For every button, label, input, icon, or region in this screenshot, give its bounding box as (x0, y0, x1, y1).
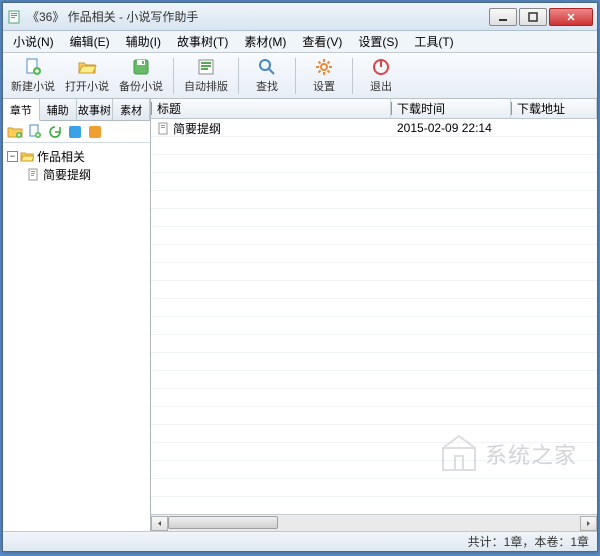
chapter-tree: − 作品相关 简要提纲 (3, 143, 150, 531)
list-body[interactable]: 简要提纲 2015-02-09 22:14 系统之家 (151, 119, 597, 514)
backup-icon (131, 57, 151, 77)
toolbar-separator (295, 58, 296, 94)
auto-layout-button[interactable]: 自动排版 (180, 55, 232, 96)
titlebar: 《36》 作品相关 - 小说写作助手 (3, 3, 597, 31)
tree-root-label: 作品相关 (37, 148, 85, 165)
cell-time: 2015-02-09 22:14 (391, 121, 511, 135)
header-time[interactable]: 下载时间 (391, 99, 511, 118)
app-window: 《36》 作品相关 - 小说写作助手 小说(N) 编辑(E) 辅助(I) 故事树… (2, 2, 598, 552)
maximize-button[interactable] (519, 8, 547, 26)
cell-title-text: 简要提纲 (173, 120, 221, 137)
folder-open-icon (20, 149, 34, 163)
backup-novel-button[interactable]: 备份小说 (115, 55, 167, 96)
tree-child-label: 简要提纲 (43, 166, 91, 183)
scroll-track[interactable] (168, 516, 580, 531)
app-icon (7, 9, 23, 25)
minimize-button[interactable] (489, 8, 517, 26)
toolbar-separator (173, 58, 174, 94)
status-text: 共计：1章，本卷：1章 (468, 533, 589, 550)
blue-action-icon[interactable] (67, 124, 83, 140)
close-button[interactable] (549, 8, 593, 26)
window-controls (489, 8, 593, 26)
sidebar-tabs: 章节 辅助 故事树 素材 (3, 99, 150, 121)
new-file-icon (23, 57, 43, 77)
document-icon (157, 122, 170, 135)
orange-action-icon[interactable] (87, 124, 103, 140)
find-button[interactable]: 查找 (245, 55, 289, 96)
tree-child[interactable]: 简要提纲 (5, 165, 148, 183)
tab-material[interactable]: 素材 (113, 99, 150, 120)
search-icon (257, 57, 277, 77)
tab-chapters[interactable]: 章节 (3, 99, 40, 121)
content-area: 标题 下载时间 下载地址 简要提纲 2015-02-09 22:14 系统之家 (151, 99, 597, 531)
tab-storytree[interactable]: 故事树 (77, 99, 114, 120)
tab-assist[interactable]: 辅助 (40, 99, 77, 120)
menu-novel[interactable]: 小说(N) (5, 31, 62, 52)
watermark-text: 系统之家 (485, 438, 577, 470)
toolbar-separator (352, 58, 353, 94)
sidebar-toolbar (3, 121, 150, 143)
exit-button[interactable]: 退出 (359, 55, 403, 96)
add-file-icon[interactable] (27, 124, 43, 140)
new-novel-button[interactable]: 新建小说 (7, 55, 59, 96)
menu-view[interactable]: 查看(V) (294, 31, 350, 52)
document-icon (27, 168, 40, 181)
open-folder-icon (77, 57, 97, 77)
cell-title: 简要提纲 (151, 120, 391, 137)
collapse-toggle[interactable]: − (7, 151, 18, 162)
header-title[interactable]: 标题 (151, 99, 391, 118)
gear-icon (314, 57, 334, 77)
toolbar-separator (238, 58, 239, 94)
header-url[interactable]: 下载地址 (511, 99, 597, 118)
menubar: 小说(N) 编辑(E) 辅助(I) 故事树(T) 素材(M) 查看(V) 设置(… (3, 31, 597, 53)
menu-settings[interactable]: 设置(S) (350, 31, 406, 52)
menu-material[interactable]: 素材(M) (236, 31, 294, 52)
horizontal-scrollbar[interactable] (151, 514, 597, 531)
menu-storytree[interactable]: 故事树(T) (169, 31, 236, 52)
menu-edit[interactable]: 编辑(E) (62, 31, 118, 52)
add-folder-icon[interactable] (7, 124, 23, 140)
scroll-left-button[interactable] (151, 516, 168, 531)
exit-icon (371, 57, 391, 77)
tree-root[interactable]: − 作品相关 (5, 147, 148, 165)
toolbar: 新建小说 打开小说 备份小说 自动排版 查找 设置 退出 (3, 53, 597, 99)
watermark: 系统之家 (439, 434, 577, 474)
sidebar: 章节 辅助 故事树 素材 − 作品相关 简要提纲 (3, 99, 151, 531)
window-title: 《36》 作品相关 - 小说写作助手 (27, 8, 489, 25)
settings-button[interactable]: 设置 (302, 55, 346, 96)
menu-assist[interactable]: 辅助(I) (118, 31, 169, 52)
main-area: 章节 辅助 故事树 素材 − 作品相关 简要提纲 (3, 99, 597, 531)
scroll-right-button[interactable] (580, 516, 597, 531)
layout-icon (196, 57, 216, 77)
watermark-logo-icon (439, 434, 479, 474)
statusbar: 共计：1章，本卷：1章 (3, 531, 597, 551)
list-header: 标题 下载时间 下载地址 (151, 99, 597, 119)
menu-tools[interactable]: 工具(T) (406, 31, 461, 52)
open-novel-button[interactable]: 打开小说 (61, 55, 113, 96)
scroll-thumb[interactable] (168, 516, 278, 529)
list-row[interactable]: 简要提纲 2015-02-09 22:14 (151, 119, 597, 137)
refresh-icon[interactable] (47, 124, 63, 140)
